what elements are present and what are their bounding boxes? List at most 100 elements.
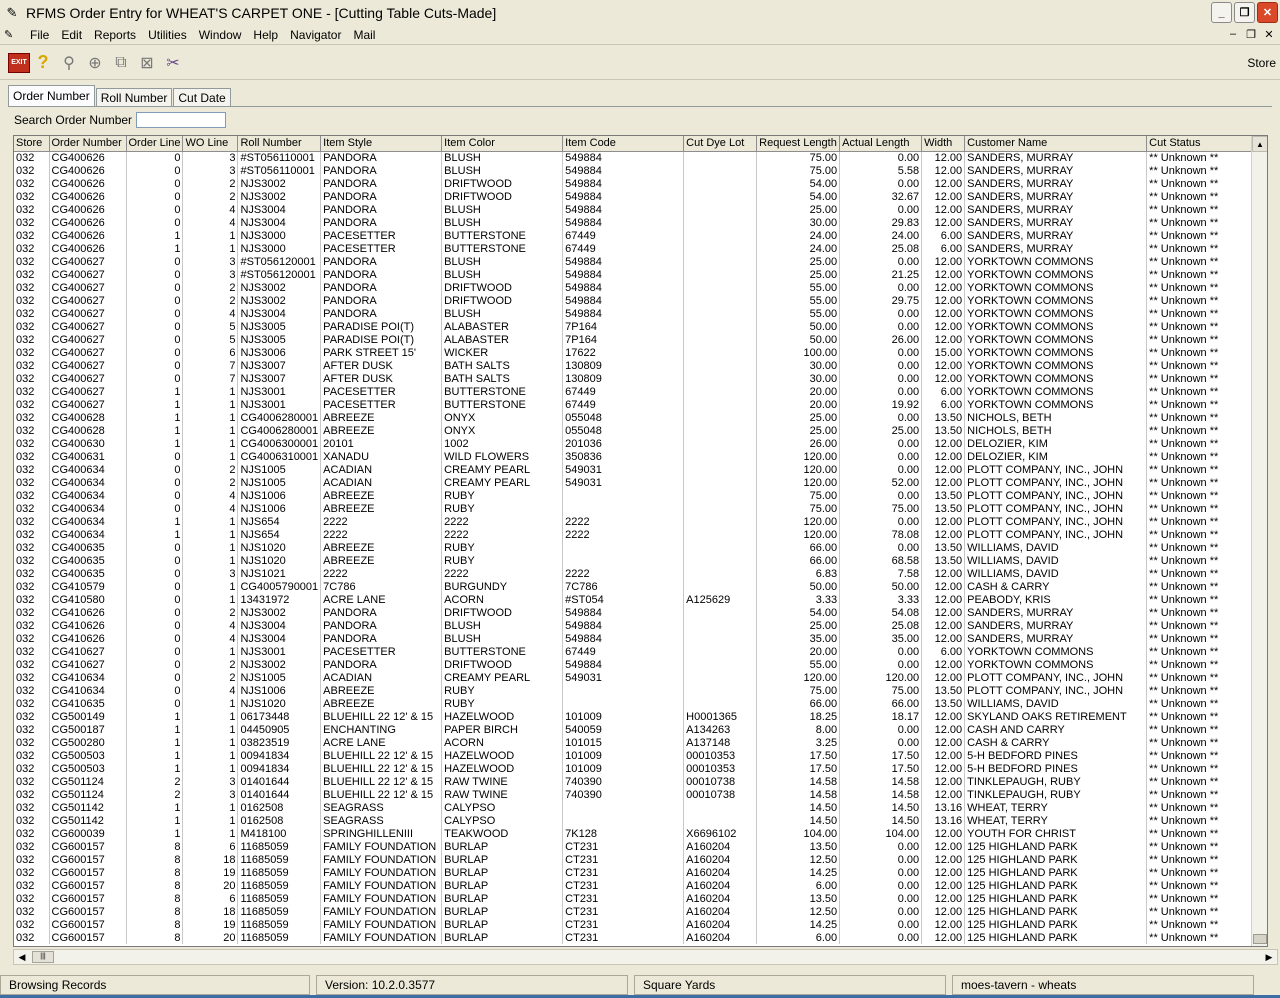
menu-mail[interactable]: Mail: [347, 28, 381, 42]
mdi-restore-button[interactable]: ❐: [1244, 28, 1258, 41]
horizontal-scroll-thumb[interactable]: |||: [32, 951, 54, 963]
table-row[interactable]: 032 CG410626 0 4 NJS3004 PANDORA BLUSH 549884 25…: [14, 619, 1261, 632]
table-row[interactable]: 032 CG400627 0 2 NJS3002 PANDORA DRIFTWOOD 5498…: [14, 281, 1261, 294]
table-row[interactable]: 032 CG400634 1 1 NJS654 2222 2222 2222 120.00 0.0…: [14, 515, 1261, 528]
table-row[interactable]: 032 CG400634 0 4 NJS1006 ABREEZE RUBY 75.00 0.00…: [14, 489, 1261, 502]
table-row[interactable]: 032 CG400634 0 4 NJS1006 ABREEZE RUBY 75.00 75.0…: [14, 502, 1261, 515]
col-roll-number[interactable]: Roll Number: [237, 136, 322, 152]
menu-reports[interactable]: Reports: [88, 28, 142, 42]
table-row[interactable]: 032 CG500149 1 1 06173448 BLUEHILL 22 12' & 1…: [14, 710, 1261, 723]
menu-help[interactable]: Help: [247, 28, 284, 42]
table-row[interactable]: 032 CG400630 1 1 CG4006300001 20101 1002 201036…: [14, 437, 1261, 450]
table-row[interactable]: 032 CG400626 1 1 NJS3000 PACESETTER BUTTERSTON…: [14, 242, 1261, 255]
table-row[interactable]: 032 CG400626 0 2 NJS3002 PANDORA DRIFTWOOD 5498…: [14, 190, 1261, 203]
table-row[interactable]: 032 CG410627 0 1 NJS3001 PACESETTER BUTTERSTON…: [14, 645, 1261, 658]
pin-icon[interactable]: ⚲: [56, 50, 82, 76]
copy-icon[interactable]: ⧉: [108, 50, 134, 76]
delete-icon[interactable]: ⊠: [134, 50, 160, 76]
table-row[interactable]: 032 CG600157 8 6 11685059 FAMILY FOUNDATION BU…: [14, 840, 1261, 853]
table-row[interactable]: 032 CG400626 0 4 NJS3004 PANDORA BLUSH 549884 25…: [14, 203, 1261, 216]
table-row[interactable]: 032 CG500503 1 1 00941834 BLUEHILL 22 12' & 1…: [14, 762, 1261, 775]
table-row[interactable]: 032 CG400627 0 2 NJS3002 PANDORA DRIFTWOOD 5498…: [14, 294, 1261, 307]
col-store[interactable]: Store: [14, 136, 50, 152]
table-row[interactable]: 032 CG501142 1 1 0162508 SEAGRASS CALYPSO 14.50…: [14, 801, 1261, 814]
search-input[interactable]: [136, 112, 227, 128]
table-row[interactable]: 032 CG400628 1 1 CG4006280001 ABREEZE ONYX 0550…: [14, 411, 1261, 424]
close-button[interactable]: ✕: [1257, 2, 1278, 23]
table-row[interactable]: 032 CG410635 0 1 NJS1020 ABREEZE RUBY 66.00 66.0…: [14, 697, 1261, 710]
table-row[interactable]: 032 CG400631 0 1 CG4006310001 XANADU WILD FLOW…: [14, 450, 1261, 463]
table-row[interactable]: 032 CG400627 0 4 NJS3004 PANDORA BLUSH 549884 55…: [14, 307, 1261, 320]
table-row[interactable]: 032 CG410634 0 4 NJS1006 ABREEZE RUBY 75.00 75.0…: [14, 684, 1261, 697]
table-row[interactable]: 032 CG500280 1 1 03823519 ACRE LANE ACORN 10101…: [14, 736, 1261, 749]
col-item-color[interactable]: Item Color: [441, 136, 564, 152]
menu-file[interactable]: File: [24, 28, 55, 42]
table-row[interactable]: 032 CG400626 0 3 #ST056110001 PANDORA BLUSH 549…: [14, 164, 1261, 177]
app-icon[interactable]: ✎: [4, 5, 20, 21]
table-row[interactable]: 032 CG400627 0 7 NJS3007 AFTER DUSK BATH SALTS…: [14, 372, 1261, 385]
table-row[interactable]: 032 CG600157 8 18 11685059 FAMILY FOUNDATION B…: [14, 905, 1261, 918]
table-row[interactable]: 032 CG400635 0 1 NJS1020 ABREEZE RUBY 66.00 0.00…: [14, 541, 1261, 554]
scroll-right-icon[interactable]: ▶: [1261, 950, 1277, 964]
table-row[interactable]: 032 CG501142 1 1 0162508 SEAGRASS CALYPSO 14.50…: [14, 814, 1261, 827]
col-order-line[interactable]: Order Line: [126, 136, 184, 152]
table-row[interactable]: 032 CG600157 8 6 11685059 FAMILY FOUNDATION BU…: [14, 892, 1261, 905]
table-row[interactable]: 032 CG400626 0 3 #ST056110001 PANDORA BLUSH 549…: [14, 151, 1261, 164]
table-row[interactable]: 032 CG410579 0 1 CG4005790001 7C786 BURGUNDY 7C…: [14, 580, 1261, 593]
exit-button[interactable]: EXIT: [8, 52, 30, 73]
menu-utilities[interactable]: Utilities: [142, 28, 193, 42]
table-row[interactable]: 032 CG500187 1 1 04450905 ENCHANTING PAPER BIR…: [14, 723, 1261, 736]
table-row[interactable]: 032 CG410580 0 1 13431972 ACRE LANE ACORN #ST05…: [14, 593, 1261, 606]
table-row[interactable]: 032 CG600157 8 19 11685059 FAMILY FOUNDATION B…: [14, 918, 1261, 931]
mdi-close-button[interactable]: ✕: [1262, 28, 1276, 41]
col-actual-length[interactable]: Actual Length: [839, 136, 923, 152]
col-width[interactable]: Width: [921, 136, 966, 152]
minimize-button[interactable]: _: [1211, 2, 1232, 23]
table-row[interactable]: 032 CG400634 0 2 NJS1005 ACADIAN CREAMY PEARL 5…: [14, 463, 1261, 476]
table-row[interactable]: 032 CG400627 1 1 NJS3001 PACESETTER BUTTERSTON…: [14, 385, 1261, 398]
table-row[interactable]: 032 CG410626 0 2 NJS3002 PANDORA DRIFTWOOD 5498…: [14, 606, 1261, 619]
col-wo-line[interactable]: WO Line: [182, 136, 239, 152]
table-row[interactable]: 032 CG600157 8 19 11685059 FAMILY FOUNDATION B…: [14, 866, 1261, 879]
restore-button[interactable]: ❐: [1234, 2, 1255, 23]
table-row[interactable]: 032 CG400626 0 2 NJS3002 PANDORA DRIFTWOOD 5498…: [14, 177, 1261, 190]
table-row[interactable]: 032 CG501124 2 3 01401644 BLUEHILL 22 12' & 1…: [14, 788, 1261, 801]
help-button[interactable]: ?: [30, 50, 56, 76]
add-icon[interactable]: ⊕: [82, 50, 108, 76]
scroll-left-icon[interactable]: ◀: [14, 950, 30, 964]
table-row[interactable]: 032 CG410634 0 2 NJS1005 ACADIAN CREAMY PEARL 5…: [14, 671, 1261, 684]
col-customer-name[interactable]: Customer Name: [964, 136, 1148, 152]
table-row[interactable]: 032 CG400635 0 1 NJS1020 ABREEZE RUBY 66.00 68.5…: [14, 554, 1261, 567]
menu-window[interactable]: Window: [193, 28, 248, 42]
scroll-up-icon[interactable]: ▲: [1252, 136, 1267, 152]
table-row[interactable]: 032 CG410627 0 2 NJS3002 PANDORA DRIFTWOOD 5498…: [14, 658, 1261, 671]
tab-roll-number[interactable]: Roll Number: [95, 88, 173, 107]
table-row[interactable]: 032 CG400627 0 5 NJS3005 PARADISE POI(T) ALABA…: [14, 320, 1261, 333]
table-row[interactable]: 032 CG400626 1 1 NJS3000 PACESETTER BUTTERSTON…: [14, 229, 1261, 242]
col-cut-dye-lot[interactable]: Cut Dye Lot: [683, 136, 758, 152]
cuts-grid[interactable]: Store Order Number Order Line WO Line Ro…: [13, 135, 1268, 947]
col-order-number[interactable]: Order Number: [49, 136, 127, 152]
tab-order-number[interactable]: Order Number: [8, 85, 95, 107]
table-row[interactable]: 032 CG400634 0 2 NJS1005 ACADIAN CREAMY PEARL 5…: [14, 476, 1261, 489]
vertical-scroll-thumb[interactable]: [1253, 934, 1267, 944]
table-row[interactable]: 032 CG400626 0 4 NJS3004 PANDORA BLUSH 549884 30…: [14, 216, 1261, 229]
table-row[interactable]: 032 CG400627 1 1 NJS3001 PACESETTER BUTTERSTON…: [14, 398, 1261, 411]
table-row[interactable]: 032 CG600157 8 20 11685059 FAMILY FOUNDATION B…: [14, 931, 1261, 944]
col-item-code[interactable]: Item Code: [562, 136, 685, 152]
table-row[interactable]: 032 CG500503 1 1 00941834 BLUEHILL 22 12' & 1…: [14, 749, 1261, 762]
horizontal-scrollbar[interactable]: ◀ ||| ▶: [13, 949, 1278, 965]
table-row[interactable]: 032 CG501124 2 3 01401644 BLUEHILL 22 12' & 1…: [14, 775, 1261, 788]
table-row[interactable]: 032 CG400634 1 1 NJS654 2222 2222 2222 120.00 78.…: [14, 528, 1261, 541]
col-cut-status[interactable]: Cut Status: [1146, 136, 1261, 152]
col-item-style[interactable]: Item Style: [320, 136, 443, 152]
table-row[interactable]: 032 CG410626 0 4 NJS3004 PANDORA BLUSH 549884 35…: [14, 632, 1261, 645]
menu-navigator[interactable]: Navigator: [284, 28, 347, 42]
cut-tool-icon[interactable]: ✂: [160, 50, 186, 76]
table-row[interactable]: 032 CG400627 0 5 NJS3005 PARADISE POI(T) ALABA…: [14, 333, 1261, 346]
vertical-scrollbar[interactable]: ▲: [1251, 136, 1267, 946]
table-row[interactable]: 032 CG400627 0 3 #ST056120001 PANDORA BLUSH 549…: [14, 268, 1261, 281]
col-request-length[interactable]: Request Length: [756, 136, 841, 152]
table-row[interactable]: 032 CG600157 8 20 11685059 FAMILY FOUNDATION B…: [14, 879, 1261, 892]
table-row[interactable]: 032 CG600039 1 1 M418100 SPRINGHILLENIII TEAKW…: [14, 827, 1261, 840]
